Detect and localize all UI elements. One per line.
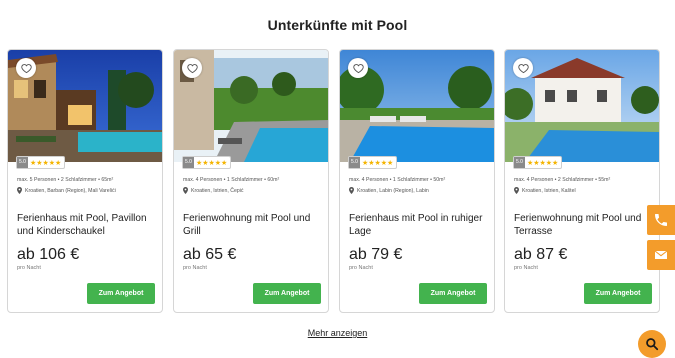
rating: 5.0 ★★★★★ [16,156,66,169]
rating-stars: ★★★★★ [195,159,228,167]
location-text: Kroatien, Labin (Region), Labin [357,187,429,194]
property-price: ab 79 € [349,246,403,263]
search-button[interactable] [638,330,666,358]
property-price: ab 106 € [17,246,80,263]
heart-icon [352,63,364,73]
per-night-label: pro Nacht [514,265,538,271]
per-night-label: pro Nacht [183,265,207,271]
property-card[interactable]: 5.0 ★★★★★ max. 4 Personen • 1 Schlafzimm… [173,49,329,313]
phone-button[interactable] [647,205,675,235]
favorite-button[interactable] [182,58,202,78]
section-title: Unterkünfte mit Pool [267,17,408,33]
property-card[interactable]: 5.0 ★★★★★ max. 4 Personen • 2 Schlafzimm… [504,49,660,313]
location-text: Kroatien, Istrien, Kaštel [522,187,576,194]
offer-button[interactable]: Zum Angebot [253,283,321,304]
property-location: Kroatien, Labin (Region), Labin [349,187,429,194]
rating-stars: ★★★★★ [526,159,559,167]
property-facts: max. 4 Personen • 1 Schlafzimmer • 50m² [349,177,446,183]
location-text: Kroatien, Istrien, Čepić [191,187,244,194]
property-location: Kroatien, Istrien, Kaštel [514,187,576,194]
property-card[interactable]: 5.0 ★★★★★ max. 4 Personen • 1 Schlafzimm… [339,49,495,313]
heart-icon [186,63,198,73]
rating-stars: ★★★★★ [29,159,62,167]
heart-icon [517,63,529,73]
map-pin-icon [183,187,188,194]
rating-badge: 5.0 [183,157,194,168]
rating-badge: 5.0 [514,157,525,168]
property-location: Kroatien, Barban (Region), Mali Varelići [17,187,116,194]
property-name[interactable]: Ferienwohnung mit Pool und Terrasse [514,212,656,238]
search-icon [646,338,659,351]
map-pin-icon [17,187,22,194]
favorite-button[interactable] [348,58,368,78]
offer-button[interactable]: Zum Angebot [419,283,487,304]
rating: 5.0 ★★★★★ [348,156,398,169]
offer-button[interactable]: Zum Angebot [87,283,155,304]
offer-button[interactable]: Zum Angebot [584,283,652,304]
property-card[interactable]: 5.0 ★★★★★ max. 5 Personen • 2 Schlafzimm… [7,49,163,313]
show-more-link[interactable]: Mehr anzeigen [308,328,368,338]
envelope-icon [654,250,668,259]
map-pin-icon [514,187,519,194]
rating-badge: 5.0 [349,157,360,168]
property-price: ab 65 € [183,246,237,263]
property-name[interactable]: Ferienhaus mit Pool, Pavillon und Kinder… [17,212,159,238]
rating-stars: ★★★★★ [361,159,394,167]
property-name[interactable]: Ferienwohnung mit Pool und Grill [183,212,325,238]
per-night-label: pro Nacht [17,265,41,271]
favorite-button[interactable] [513,58,533,78]
favorite-button[interactable] [16,58,36,78]
property-facts: max. 5 Personen • 2 Schlafzimmer • 65m² [17,177,114,183]
property-name[interactable]: Ferienhaus mit Pool in ruhiger Lage [349,212,491,238]
property-facts: max. 4 Personen • 2 Schlafzimmer • 55m² [514,177,611,183]
rating-badge: 5.0 [17,157,28,168]
rating: 5.0 ★★★★★ [513,156,563,169]
property-location: Kroatien, Istrien, Čepić [183,187,243,194]
location-text: Kroatien, Barban (Region), Mali Varelići [25,187,116,194]
phone-icon [655,214,667,226]
heart-icon [20,63,32,73]
email-button[interactable] [647,240,675,270]
property-price: ab 87 € [514,246,568,263]
per-night-label: pro Nacht [349,265,373,271]
show-more-link-container: Mehr anzeigen [0,328,675,338]
rating: 5.0 ★★★★★ [182,156,232,169]
map-pin-icon [349,187,354,194]
property-facts: max. 4 Personen • 1 Schlafzimmer • 60m² [183,177,280,183]
